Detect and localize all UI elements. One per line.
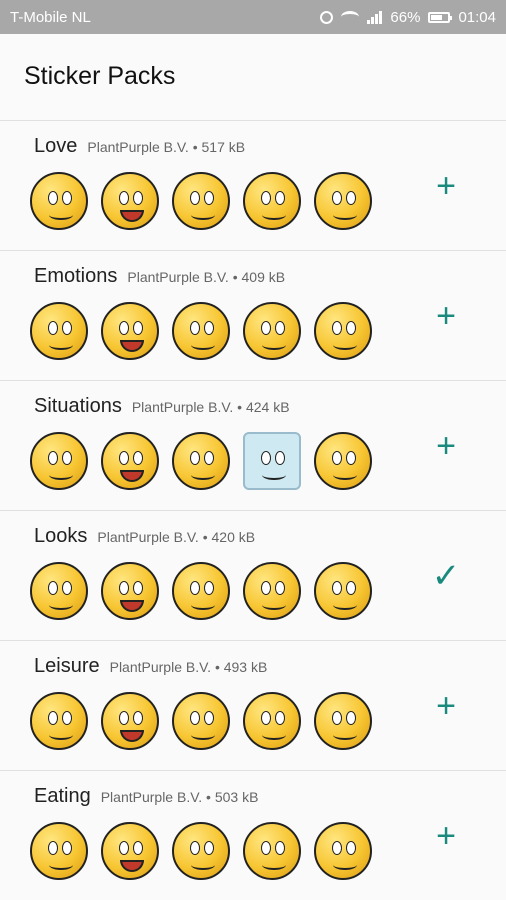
battery-percent: 66% — [390, 8, 421, 26]
sticker-preview — [30, 692, 88, 750]
add-pack-button[interactable]: + — [426, 166, 466, 206]
pack-name: Love — [34, 135, 78, 157]
sticker-preview — [243, 432, 301, 490]
pack-meta: PlantPurple B.V. • 424 kB — [131, 399, 290, 415]
sticker-preview — [172, 822, 230, 880]
sticker-preview — [314, 822, 372, 880]
page-title: Sticker Packs — [24, 62, 176, 90]
pack-header: Love PlantPurple B.V. • 517 kB — [30, 121, 506, 158]
plus-icon: + — [436, 297, 456, 335]
wifi-icon — [341, 11, 360, 23]
sticker-pack-row[interactable]: Emotions PlantPurple B.V. • 409 kB + — [0, 250, 506, 380]
carrier-label: T-Mobile NL — [10, 8, 91, 26]
sticker-preview — [172, 172, 230, 230]
sticker-preview — [172, 562, 230, 620]
pack-added-indicator[interactable]: ✓ — [426, 556, 466, 596]
plus-icon: + — [436, 167, 456, 205]
pack-name: Situations — [34, 395, 122, 417]
sticker-preview — [101, 822, 159, 880]
sticker-preview — [101, 302, 159, 360]
sticker-preview — [314, 432, 372, 490]
sticker-preview — [314, 172, 372, 230]
sticker-pack-row[interactable]: Leisure PlantPurple B.V. • 493 kB + — [0, 640, 506, 770]
sticker-preview — [30, 302, 88, 360]
status-bar: T-Mobile NL 66% 01:04 — [0, 0, 506, 34]
sticker-preview — [243, 692, 301, 750]
plus-icon: + — [436, 817, 456, 855]
sticker-preview — [314, 562, 372, 620]
sticker-preview — [101, 562, 159, 620]
pack-name: Emotions — [34, 265, 118, 287]
battery-icon — [428, 11, 453, 23]
check-icon: ✓ — [431, 557, 461, 595]
sticker-preview — [243, 302, 301, 360]
pack-meta: PlantPurple B.V. • 517 kB — [87, 139, 246, 155]
pack-header: Looks PlantPurple B.V. • 420 kB — [30, 511, 506, 548]
sticker-preview — [314, 302, 372, 360]
sticker-preview — [172, 692, 230, 750]
plus-icon: + — [436, 427, 456, 465]
pack-meta: PlantPurple B.V. • 409 kB — [127, 269, 286, 285]
add-pack-button[interactable]: + — [426, 816, 466, 856]
add-pack-button[interactable]: + — [426, 426, 466, 466]
sticker-preview — [243, 822, 301, 880]
pack-meta: PlantPurple B.V. • 420 kB — [97, 529, 256, 545]
sticker-pack-row[interactable]: Looks PlantPurple B.V. • 420 kB ✓ — [0, 510, 506, 640]
add-pack-button[interactable]: + — [426, 686, 466, 726]
sticker-preview — [172, 302, 230, 360]
sticker-preview — [314, 692, 372, 750]
sticker-pack-row[interactable]: Eating PlantPurple B.V. • 503 kB + — [0, 770, 506, 900]
pack-name: Leisure — [34, 655, 100, 677]
sticker-preview — [101, 172, 159, 230]
clock: 01:04 — [458, 8, 496, 26]
pack-header: Leisure PlantPurple B.V. • 493 kB — [30, 641, 506, 678]
sticker-preview — [172, 432, 230, 490]
sticker-preview — [30, 562, 88, 620]
add-pack-button[interactable]: + — [426, 296, 466, 336]
pack-name: Eating — [34, 785, 91, 807]
pack-header: Situations PlantPurple B.V. • 424 kB — [30, 381, 506, 418]
status-icons: 66% 01:04 — [320, 9, 496, 26]
pack-header: Emotions PlantPurple B.V. • 409 kB — [30, 251, 506, 288]
sticker-preview — [101, 692, 159, 750]
pack-meta: PlantPurple B.V. • 493 kB — [109, 659, 268, 675]
signal-icon — [367, 10, 383, 24]
pack-meta: PlantPurple B.V. • 503 kB — [100, 789, 259, 805]
sticker-pack-row[interactable]: Love PlantPurple B.V. • 517 kB + — [0, 120, 506, 250]
alarm-icon — [320, 10, 334, 24]
sticker-preview — [243, 172, 301, 230]
sticker-preview — [101, 432, 159, 490]
plus-icon: + — [436, 687, 456, 725]
pack-header: Eating PlantPurple B.V. • 503 kB — [30, 771, 506, 808]
sticker-preview — [243, 562, 301, 620]
sticker-preview — [30, 172, 88, 230]
pack-name: Looks — [34, 525, 88, 547]
sticker-preview — [30, 432, 88, 490]
sticker-pack-row[interactable]: Situations PlantPurple B.V. • 424 kB + — [0, 380, 506, 510]
sticker-pack-list: Love PlantPurple B.V. • 517 kB + Emotion… — [0, 120, 506, 900]
sticker-preview — [30, 822, 88, 880]
